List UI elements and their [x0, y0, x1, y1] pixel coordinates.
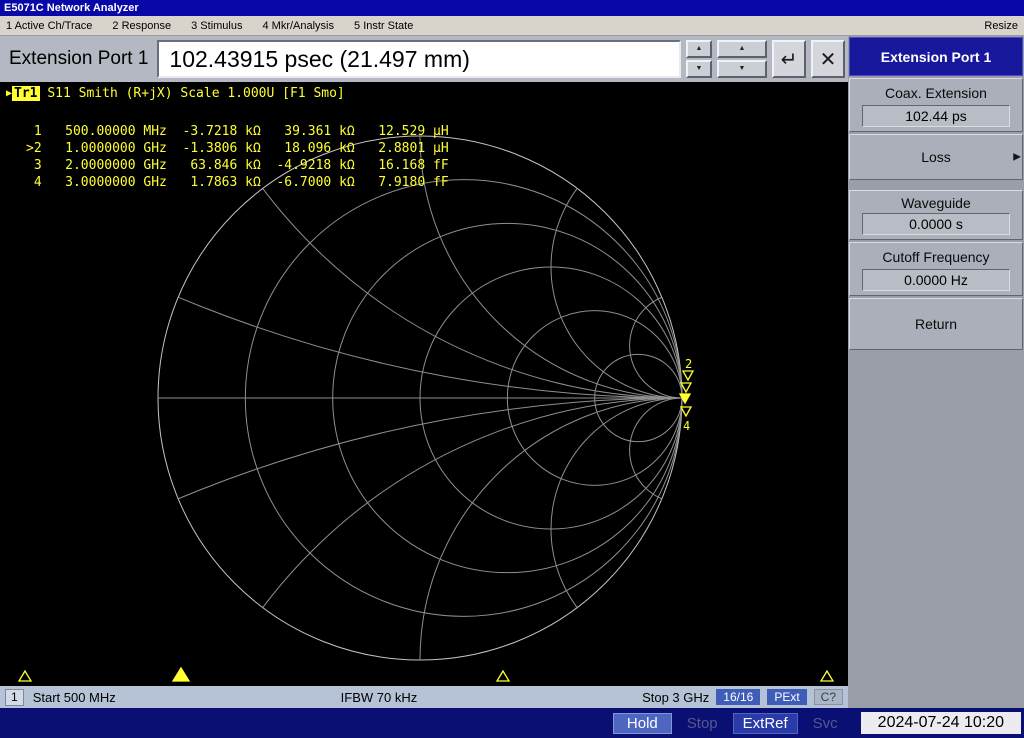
- analyzer-screen: E5071C Network Analyzer 1 Active Ch/Trac…: [0, 0, 1024, 738]
- service-indicator: Svc: [812, 714, 838, 732]
- trace-params: S11 Smith (R+jX) Scale 1.000U [F1 Smo]: [39, 86, 345, 101]
- trace-id[interactable]: Tr1: [12, 86, 40, 101]
- menubar: 1 Active Ch/Trace 2 Response 3 Stimulus …: [0, 16, 1024, 36]
- trigger-hold-indicator: Hold: [612, 712, 672, 734]
- chart-marker: [679, 406, 693, 418]
- softkey-label: Cutoff Frequency: [882, 249, 990, 265]
- trace-display-area: 2 4 ▶ Tr1 S11 Smith (R+jX) Scale 1.000U [F…: [0, 82, 848, 686]
- arrow-up-icon: ▲: [695, 45, 703, 52]
- marker-readout-row: 1 500.00000 MHz -3.7218 kΩ 39.361 kΩ 12.…: [26, 124, 449, 139]
- start-frequency: Start 500 MHz: [32, 689, 116, 705]
- stimulus-marker: [171, 666, 191, 682]
- marker-readout-row: 3 2.0000000 GHz 63.846 kΩ -4.9218 kΩ 16.…: [26, 158, 449, 173]
- softkey-menu: Extension Port 1 Coax. Extension 102.44 …: [848, 36, 1024, 708]
- chart-marker-label: 2: [685, 357, 692, 371]
- instrument-status-bar: Hold Stop ExtRef Svc 2024-07-24 10:20: [0, 708, 1024, 738]
- marker-readout-row: 4 3.0000000 GHz 1.7863 kΩ -6.7000 kΩ 7.9…: [26, 175, 449, 190]
- cutoff-frequency-value: 0.0000 Hz: [862, 269, 1010, 291]
- spin-up-large-button[interactable]: ▲: [717, 40, 767, 58]
- softkey-waveguide[interactable]: Waveguide 0.0000 s: [849, 190, 1023, 240]
- waveguide-value: 0.0000 s: [862, 213, 1010, 235]
- softkey-label: Waveguide: [901, 195, 971, 211]
- trace-status-line: ▶ Tr1 S11 Smith (R+jX) Scale 1.000U [F1 S…: [6, 86, 345, 101]
- softkey-menu-title: Extension Port 1: [849, 37, 1023, 76]
- stimulus-marker: [819, 669, 835, 682]
- softkey-cutoff-frequency[interactable]: Cutoff Frequency 0.0000 Hz: [849, 242, 1023, 296]
- close-icon: ✕: [819, 48, 837, 71]
- submenu-arrow-icon: ▶: [1013, 151, 1021, 163]
- softkey-coax-extension[interactable]: Coax. Extension 102.44 ps: [849, 78, 1023, 132]
- titlebar: E5071C Network Analyzer: [0, 0, 1024, 16]
- stop-indicator: Stop: [686, 714, 718, 732]
- menu-active-ch-trace[interactable]: 1 Active Ch/Trace: [6, 20, 92, 32]
- update-count-badge: 16/16: [716, 689, 761, 705]
- channel-indicator: 1: [5, 688, 24, 706]
- menu-mkr-analysis[interactable]: 4 Mkr/Analysis: [262, 20, 334, 32]
- coax-extension-value: 102.44 ps: [862, 105, 1010, 127]
- entry-value: 102.43915 psec (21.497 mm): [169, 45, 470, 72]
- softkey-return[interactable]: Return: [849, 298, 1023, 350]
- external-reference-indicator: ExtRef: [732, 712, 798, 734]
- stop-frequency: Stop 3 GHz: [642, 689, 710, 705]
- window-title: E5071C Network Analyzer: [4, 2, 139, 14]
- entry-close-button[interactable]: ✕: [811, 40, 845, 78]
- arrow-down-icon: ▼: [695, 65, 703, 72]
- entry-label: Extension Port 1: [9, 48, 149, 69]
- entry-enter-button[interactable]: ↵: [772, 40, 806, 78]
- channel-status-bar: 1 Start 500 MHz IFBW 70 kHz Stop 3 GHz 1…: [0, 686, 848, 708]
- entry-value-field[interactable]: 102.43915 psec (21.497 mm): [157, 40, 681, 78]
- chart-marker: [679, 382, 693, 394]
- port-extension-badge: PExt: [767, 689, 807, 705]
- enter-icon: ↵: [780, 48, 798, 71]
- ifbw-readout: IFBW 70 kHz: [340, 689, 418, 705]
- cal-status-badge: C?: [813, 689, 843, 705]
- spin-down-small-button[interactable]: ▼: [686, 60, 712, 78]
- stimulus-marker: [17, 669, 33, 682]
- menu-resize[interactable]: Resize: [984, 20, 1018, 32]
- menu-stimulus[interactable]: 3 Stimulus: [191, 20, 242, 32]
- softkey-label: Coax. Extension: [885, 85, 987, 101]
- menu-response[interactable]: 2 Response: [112, 20, 171, 32]
- softkey-label: Loss: [921, 149, 951, 165]
- chart-marker-label: 4: [683, 419, 690, 433]
- entry-bar: Extension Port 1 102.43915 psec (21.497 …: [0, 36, 848, 82]
- arrow-up-icon: ▲: [738, 45, 746, 52]
- arrow-down-icon: ▼: [738, 65, 746, 72]
- softkey-label: Return: [914, 316, 958, 332]
- chart-marker: [681, 370, 695, 382]
- softkey-loss[interactable]: Loss ▶: [849, 134, 1023, 180]
- menu-instr-state[interactable]: 5 Instr State: [354, 20, 413, 32]
- fine-step-spinner: ▲ ▼: [686, 40, 712, 78]
- marker-readout-row: >2 1.0000000 GHz -1.3806 kΩ 18.096 kΩ 2.…: [26, 141, 449, 156]
- stimulus-marker: [495, 669, 511, 682]
- datetime-display: 2024-07-24 10:20: [860, 712, 1021, 734]
- marker-readout-table: 1 500.00000 MHz -3.7218 kΩ 39.361 kΩ 12.…: [26, 123, 449, 191]
- spin-up-small-button[interactable]: ▲: [686, 40, 712, 58]
- spin-down-large-button[interactable]: ▼: [717, 60, 767, 78]
- coarse-step-spinner: ▲ ▼: [717, 40, 767, 78]
